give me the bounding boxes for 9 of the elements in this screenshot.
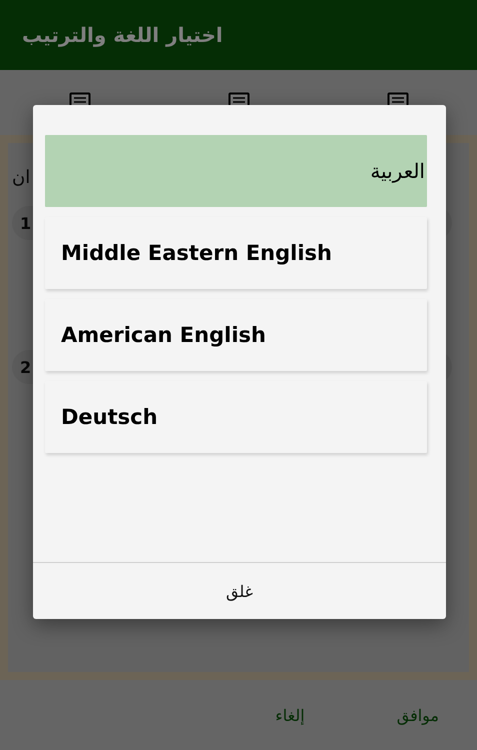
language-option[interactable]: Deutsch <box>45 381 427 453</box>
close-button[interactable]: غلق <box>33 562 446 619</box>
language-option[interactable]: Middle Eastern English <box>45 217 427 289</box>
language-option[interactable]: العربية <box>45 135 427 207</box>
app-title: اختيار اللغة والترتيب <box>22 23 223 47</box>
language-option[interactable]: American English <box>45 299 427 371</box>
label-text: ان <box>12 167 30 188</box>
row-number: 2 <box>20 358 32 376</box>
row-number: 1 <box>20 214 32 232</box>
